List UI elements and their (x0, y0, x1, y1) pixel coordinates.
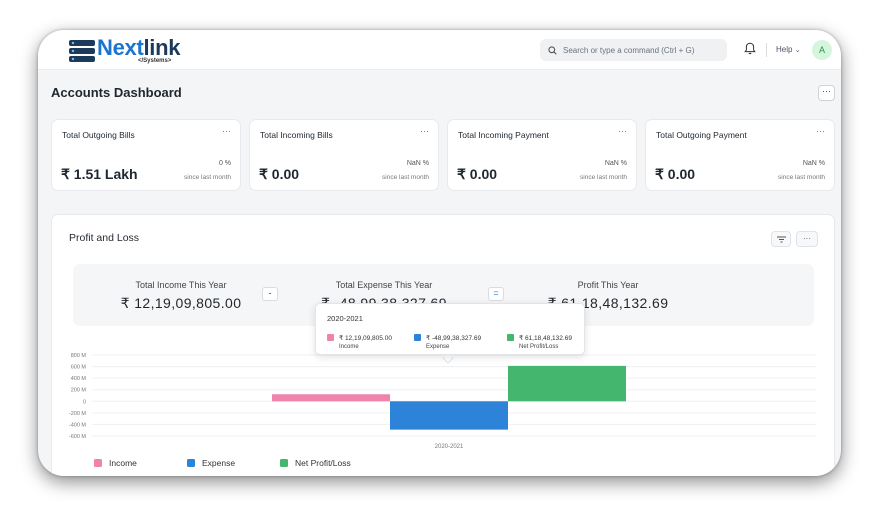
expense-swatch (414, 334, 421, 341)
summary-income-value: ₹ 12,19,09,805.00 (120, 295, 242, 311)
card-total-incoming-bills[interactable]: Total Incoming Bills ··· ₹ 0.00 NaN % si… (249, 119, 439, 191)
minus-operator: - (262, 287, 278, 301)
brand-logo[interactable]: Nextlink </Systems> (68, 35, 218, 66)
bar-net-profit-loss (508, 365, 626, 402)
card-title: Total Outgoing Bills (62, 130, 135, 140)
tooltip-name: Net Profit/Loss (519, 344, 559, 350)
bar-income (272, 394, 390, 402)
card-title: Total Incoming Payment (458, 130, 549, 140)
filter-button[interactable] (771, 231, 791, 247)
y-tick-label: 200 M (71, 388, 87, 394)
notification-bell-icon[interactable] (744, 42, 756, 55)
card-since: since last month (184, 174, 231, 181)
tooltip-value: ₹ 12,19,09,805.00 (339, 335, 392, 342)
card-total-outgoing-payment[interactable]: Total Outgoing Payment ··· ₹ 0.00 NaN % … (645, 119, 835, 191)
tooltip-name: Income (339, 344, 359, 350)
card-change: NaN % (406, 160, 429, 167)
y-tick-label: 400 M (71, 376, 87, 382)
card-total-incoming-payment[interactable]: Total Incoming Payment ··· ₹ 0.00 NaN % … (447, 119, 637, 191)
navbar-divider (766, 43, 767, 57)
summary-income-label: Total Income This Year (135, 280, 227, 290)
tooltip-value: ₹ -48,99,38,327.69 (426, 335, 482, 342)
summary-income: Total Income This Year ₹ 12,19,09,805.00 (101, 280, 261, 312)
y-tick-label: 600 M (71, 365, 87, 371)
card-value: ₹ 0.00 (259, 166, 300, 182)
tooltip-name: Expense (426, 344, 450, 350)
search-icon (548, 45, 557, 55)
server-stack-icon (69, 40, 95, 62)
x-tick-label: 2020-2021 (435, 444, 464, 450)
card-since: since last month (382, 174, 429, 181)
y-tick-label: 0 (83, 399, 86, 405)
user-avatar[interactable]: A (812, 40, 832, 60)
tooltip-title: 2020-2021 (327, 314, 363, 323)
brand-name-main: Next (97, 35, 144, 60)
y-tick-label: -400 M (69, 422, 87, 428)
y-tick-label: -200 M (69, 411, 87, 417)
card-menu-button[interactable]: ··· (816, 126, 825, 136)
brand-name-accent: link (143, 35, 181, 60)
page-title: Accounts Dashboard (51, 85, 182, 100)
card-total-outgoing-bills[interactable]: Total Outgoing Bills ··· ₹ 1.51 Lakh 0 %… (51, 119, 241, 191)
y-tick-label: -600 M (69, 434, 87, 440)
help-dropdown[interactable]: Help ⌄ (776, 45, 801, 54)
page-menu-button[interactable]: ··· (818, 85, 835, 101)
search-bar[interactable]: Search or type a command (Ctrl + G) (540, 39, 727, 61)
filter-icon (776, 236, 786, 243)
legend-label: Income (109, 458, 137, 468)
card-menu-button[interactable]: ··· (222, 126, 231, 136)
card-change: 0 % (218, 160, 231, 167)
legend-label: Net Profit/Loss (295, 458, 351, 468)
help-label: Help (776, 45, 793, 54)
equals-operator: = (488, 287, 504, 301)
tooltip-entry-expense: ₹ -48,99,38,327.69 Expense (414, 334, 482, 350)
income-swatch (94, 459, 102, 467)
profit-swatch (507, 334, 514, 341)
card-value: ₹ 0.00 (457, 166, 498, 182)
y-tick-label: 800 M (71, 353, 87, 359)
profit-swatch (280, 459, 288, 467)
card-change: NaN % (802, 160, 825, 167)
chart-menu-button[interactable]: ··· (796, 231, 818, 247)
card-since: since last month (778, 174, 825, 181)
card-since: since last month (580, 174, 627, 181)
bar-expense (390, 401, 508, 430)
chevron-down-icon: ⌄ (794, 47, 801, 54)
app-window: Nextlink </Systems> Search or type a com… (38, 30, 841, 476)
card-title: Total Outgoing Payment (656, 130, 747, 140)
tooltip-entry-net: ₹ 61,18,48,132.69 Net Profit/Loss (507, 334, 572, 350)
search-placeholder: Search or type a command (Ctrl + G) (563, 45, 695, 55)
expense-swatch (187, 459, 195, 467)
profit-and-loss-title: Profit and Loss (69, 232, 140, 244)
legend-item-expense[interactable]: Expense (187, 458, 235, 468)
card-change: NaN % (604, 160, 627, 167)
tooltip-entry-income: ₹ 12,19,09,805.00 Income (327, 334, 392, 350)
legend-label: Expense (202, 458, 236, 468)
brand-tagline: </Systems> (138, 58, 172, 64)
tooltip-value: ₹ 61,18,48,132.69 (519, 335, 572, 342)
legend-item-income[interactable]: Income (94, 458, 137, 468)
summary-expense-label: Total Expense This Year (335, 280, 433, 290)
chart-tooltip: 2020-2021 ₹ 12,19,09,805.00 Income ₹ -48… (315, 303, 585, 355)
income-swatch (327, 334, 334, 341)
card-value: ₹ 0.00 (655, 166, 696, 182)
card-menu-button[interactable]: ··· (420, 126, 429, 136)
summary-profit-label: Profit This Year (577, 280, 639, 290)
card-menu-button[interactable]: ··· (618, 126, 627, 136)
profit-and-loss-card: 800 M 600 M 400 M 200 M 0 -200 M -400 M -600 M 2… (51, 214, 835, 476)
legend-item-net[interactable]: Net Profit/Loss (280, 458, 351, 468)
card-title: Total Incoming Bills (260, 130, 333, 140)
navbar: Nextlink </Systems> Search or type a com… (38, 30, 841, 70)
card-value: ₹ 1.51 Lakh (61, 166, 138, 182)
